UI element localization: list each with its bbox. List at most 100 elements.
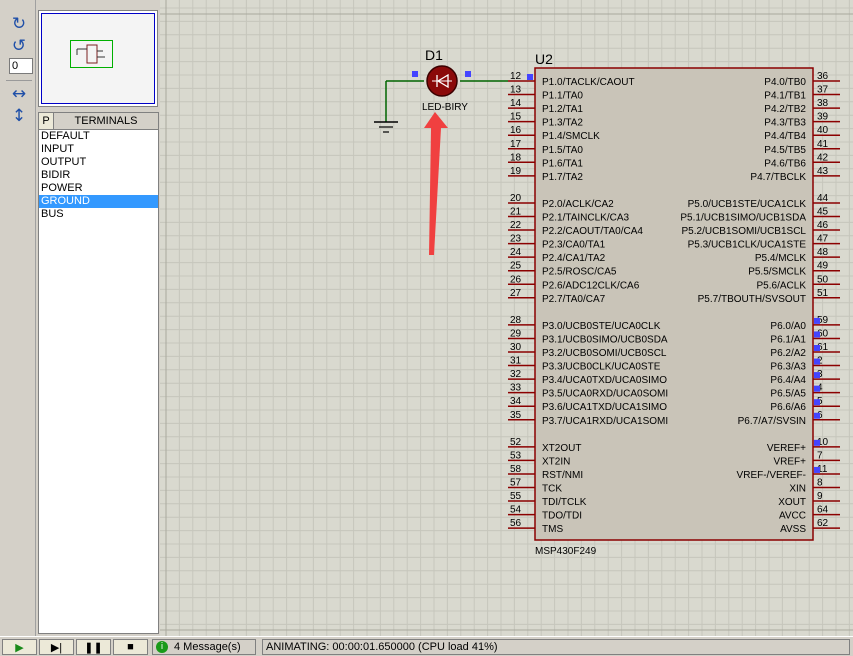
- pause-button[interactable]: ❚❚: [76, 639, 111, 655]
- rotation-angle-input[interactable]: [9, 58, 33, 74]
- mcu-pin-32-number: 32: [510, 369, 522, 380]
- mcu-pin-16-label: P1.4/SMCLK: [542, 131, 600, 142]
- proteus-window: ↻ ↺ ↔ ↕ P TERMINALS DEFAULTINPUTOUT: [0, 0, 853, 656]
- pin-logic-high-indicator: [412, 71, 418, 77]
- mcu-pin-21-number: 21: [510, 207, 522, 218]
- terminal-item-bidir[interactable]: BIDIR: [39, 169, 158, 182]
- mcu-pin-21-label: P2.1/TAINCLK/CA3: [542, 213, 630, 224]
- mcu-pin-5-label: P6.6/A6: [770, 402, 806, 413]
- mcu-pin-52-number: 52: [510, 437, 522, 448]
- mcu-pin-44-label: P5.0/UCB1STE/UCA1CLK: [688, 199, 807, 210]
- mcu-pin-8-number: 8: [817, 478, 823, 489]
- overview-window[interactable]: [38, 10, 158, 107]
- mcu-pin-40-number: 40: [817, 125, 829, 136]
- messages-indicator[interactable]: i 4 Message(s): [152, 639, 256, 655]
- mcu-pin-15-number: 15: [510, 112, 522, 123]
- pin-logic-high-indicator: [814, 345, 820, 351]
- terminal-item-ground[interactable]: GROUND: [39, 195, 158, 208]
- mcu-pin-13-label: P1.1/TA0: [542, 91, 583, 102]
- annotation-arrow: [424, 112, 448, 255]
- pin-logic-high-indicator: [814, 439, 820, 446]
- mcu-pin-61-label: P6.2/A2: [770, 348, 806, 359]
- pin-logic-high-indicator: [814, 317, 820, 324]
- mcu-part-number: MSP430F249: [535, 546, 597, 557]
- mcu-pin-13-number: 13: [510, 85, 522, 96]
- mcu-pin-58-number: 58: [510, 464, 522, 475]
- mcu-pin-42-number: 42: [817, 152, 829, 163]
- mcu-pin-27-number: 27: [510, 288, 522, 299]
- mcu-pin-43-number: 43: [817, 166, 829, 177]
- mcu-pin-34-label: P3.6/UCA1TXD/UCA1SIMO: [542, 402, 667, 413]
- step-button[interactable]: ▶|: [39, 639, 74, 655]
- pin-logic-high-indicator: [814, 372, 820, 379]
- mcu-pin-15-label: P1.3/TA2: [542, 118, 583, 129]
- mcu-pin-48-label: P5.4/MCLK: [755, 253, 806, 264]
- mcu-pin-4-label: P6.5/A5: [770, 389, 806, 400]
- terminal-item-bus[interactable]: BUS: [39, 208, 158, 221]
- rotate-anticlockwise-icon[interactable]: ↺: [8, 36, 30, 56]
- mcu-pin-37-label: P4.1/TB1: [764, 91, 806, 102]
- terminal-item-output[interactable]: OUTPUT: [39, 156, 158, 169]
- mcu-pin-26-label: P2.6/ADC12CLK/CA6: [542, 280, 640, 291]
- mcu-pin-9-number: 9: [817, 491, 823, 502]
- mcu-pin-39-label: P4.3/TB3: [764, 118, 806, 129]
- mcu-pin-33-number: 33: [510, 383, 522, 394]
- mcu-pin-19-label: P1.7/TA2: [542, 172, 583, 183]
- mcu-pin-33-label: P3.5/UCA0RXD/UCA0SOMI: [542, 389, 668, 400]
- rotate-clockwise-icon[interactable]: ↻: [8, 14, 30, 34]
- mcu-pin-58-label: RST/NMI: [542, 470, 583, 481]
- schematic-drawing[interactable]: U2 MSP430F249 12 P1.0/TACLK/CAOUT 13 P1.1/TA0…: [160, 0, 853, 636]
- pin-logic-high-indicator: [814, 331, 820, 338]
- mcu-pin-49-number: 49: [817, 261, 829, 272]
- schematic-canvas[interactable]: U2 MSP430F249 12 P1.0/TACLK/CAOUT 13 P1.1/TA0…: [160, 0, 853, 636]
- terminal-item-default[interactable]: DEFAULT: [39, 130, 158, 143]
- mcu-pin-59-label: P6.0/A0: [770, 321, 806, 332]
- mcu-pin-20-label: P2.0/ACLK/CA2: [542, 199, 614, 210]
- mcu-pin-2-label: P6.3/A3: [770, 362, 806, 373]
- terminal-item-power[interactable]: POWER: [39, 182, 158, 195]
- mcu-reference: U2: [535, 51, 553, 67]
- left-toolbar: ↻ ↺ ↔ ↕: [0, 0, 36, 636]
- mcu-pin-19-number: 19: [510, 166, 522, 177]
- mcu-pin-45-label: P5.1/UCB1SIMO/UCB1SDA: [680, 213, 806, 224]
- mcu-pin-54-label: TDO/TDI: [542, 511, 582, 522]
- mcu-pin-14-label: P1.2/TA1: [542, 104, 583, 115]
- mcu-pin-7-label: VREF+: [773, 456, 806, 467]
- mcu-pin-64-label: AVCC: [779, 511, 806, 522]
- mcu-pin-52-label: XT2OUT: [542, 443, 581, 454]
- mcu-pin-49-label: P5.5/SMCLK: [748, 267, 806, 278]
- mcu-pin-25-label: P2.5/ROSC/CA5: [542, 267, 617, 278]
- stop-icon: ■: [127, 641, 134, 653]
- mcu-pin-43-label: P4.7/TBCLK: [750, 172, 806, 183]
- mcu-pin-42-label: P4.6/TB6: [764, 158, 806, 169]
- mcu-pin-29-number: 29: [510, 328, 522, 339]
- pause-icon: ❚❚: [84, 641, 103, 654]
- mcu-pin-30-label: P3.2/UCB0SOMI/UCB0SCL: [542, 348, 667, 359]
- mcu-pin-25-number: 25: [510, 261, 522, 272]
- mcu-pin-38-number: 38: [817, 98, 829, 109]
- pin-logic-high-indicator: [527, 74, 533, 80]
- mcu-pin-50-number: 50: [817, 274, 829, 285]
- mcu-pin-46-number: 46: [817, 220, 829, 231]
- mcu-pin-38-label: P4.2/TB2: [764, 104, 806, 115]
- mirror-horizontal-icon[interactable]: ↔: [8, 84, 30, 104]
- terminal-item-input[interactable]: INPUT: [39, 143, 158, 156]
- mcu-pin-17-number: 17: [510, 139, 522, 150]
- mcu-pin-53-label: XT2IN: [542, 456, 570, 467]
- mcu-pin-12-label: P1.0/TACLK/CAOUT: [542, 77, 635, 88]
- mcu-pin-6-label: P6.7/A7/SVSIN: [738, 416, 806, 427]
- mcu-pin-16-number: 16: [510, 125, 522, 136]
- terminal-picker: P TERMINALS DEFAULT INPUT OUTPUT BIDIR POWER…: [38, 112, 159, 634]
- led-value: LED-BIRY: [422, 102, 468, 113]
- mcu-pin-12-number: 12: [510, 71, 522, 82]
- overview-mcu-thumb: [86, 44, 98, 64]
- stop-button[interactable]: ■: [113, 639, 148, 655]
- pick-devices-button[interactable]: P: [39, 113, 54, 129]
- play-icon: ▶: [15, 641, 24, 654]
- mcu-pin-14-number: 14: [510, 98, 522, 109]
- play-button[interactable]: ▶: [2, 639, 37, 655]
- mirror-vertical-icon[interactable]: ↕: [8, 106, 30, 126]
- status-bar: ▶ ▶| ❚❚ ■ i 4 Message(s) ANIMATING: 00:0…: [0, 636, 853, 656]
- simulation-status: ANIMATING: 00:00:01.650000 (CPU load 41%…: [262, 639, 850, 655]
- step-icon: ▶|: [50, 641, 63, 654]
